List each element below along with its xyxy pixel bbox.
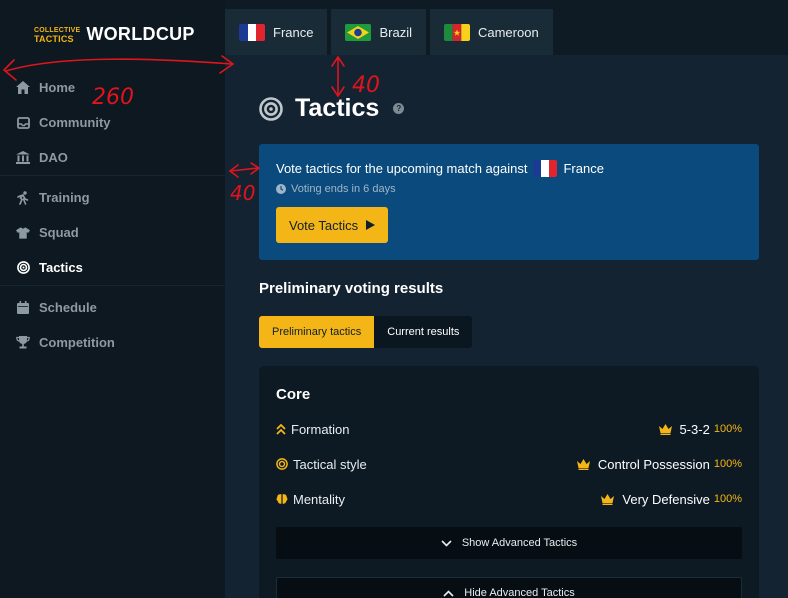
tab-label: Brazil [379, 24, 412, 40]
target-icon [259, 96, 283, 121]
hide-advanced-button[interactable]: Hide Advanced Tactics [276, 577, 742, 598]
vote-tactics-button[interactable]: Vote Tactics [276, 207, 389, 243]
sidebar-item-label: Community [39, 115, 111, 130]
results-title: Preliminary voting results [259, 280, 444, 297]
sidebar-nav: Home Community DAO Training Squad Tactic… [0, 70, 225, 360]
tab-label: Cameroon [477, 24, 539, 40]
mentality-percent: 100% [713, 493, 742, 505]
bank-icon [16, 151, 30, 165]
tab-france[interactable]: France [225, 9, 328, 55]
formation-row: Formation 5-3-2 100% [276, 419, 742, 439]
main-content: Tactics ? Vote tactics for the upcoming … [225, 55, 788, 598]
sidebar-item-label: Squad [39, 225, 79, 240]
sidebar-item-training[interactable]: Training [0, 180, 225, 215]
tactical-style-label: Tactical style [293, 456, 367, 472]
chevron-up-icon [443, 589, 454, 597]
target-icon [16, 261, 30, 275]
calendar-icon [16, 301, 30, 315]
target-icon [276, 458, 288, 470]
sidebar-item-competition[interactable]: Competition [0, 325, 225, 360]
crown-icon [576, 458, 590, 470]
inbox-icon [16, 116, 30, 130]
sidebar-item-dao[interactable]: DAO [0, 140, 225, 175]
vote-banner: Vote tactics for the upcoming match agai… [259, 144, 759, 260]
tab-label: France [273, 24, 314, 40]
tactical-style-percent: 100% [713, 458, 742, 470]
sidebar-item-community[interactable]: Community [0, 105, 225, 140]
chevron-down-icon [441, 539, 452, 547]
hide-advanced-label: Hide Advanced Tactics [464, 587, 575, 598]
results-toggle: Preliminary tactics Current results [259, 316, 473, 348]
sidebar-item-squad[interactable]: Squad [0, 215, 225, 250]
vote-deadline: Voting ends in 6 days [276, 183, 742, 195]
crown-icon [601, 493, 615, 505]
logo-worldcup: WORLDCUP [86, 24, 195, 44]
show-advanced-label: Show Advanced Tactics [461, 537, 578, 549]
formation-label: Formation [291, 421, 350, 437]
formation-value: 5-3-2 [679, 421, 710, 437]
nav-group-main: Home Community DAO [0, 70, 225, 176]
sidebar-item-label: Home [39, 80, 76, 95]
logo-tactics: TACTICS [34, 33, 74, 44]
tactical-style-row: Tactical style Control Possession 100% [276, 454, 742, 474]
sidebar: COLLECTIVE TACTICS WORLDCUP Home Communi… [0, 0, 225, 598]
sidebar-item-label: Tactics [39, 260, 83, 275]
core-card: Core Formation 5-3-2 100% Tactical style… [259, 366, 759, 598]
help-icon[interactable]: ? [393, 103, 405, 114]
mentality-value: Very Defensive [622, 491, 710, 507]
trophy-icon [16, 336, 30, 350]
vote-ends-text: Voting ends in 6 days [291, 183, 396, 195]
nav-group-team: Training Squad Tactics [0, 176, 225, 286]
team-tabs: France Brazil Cameroon [225, 9, 553, 55]
tab-preliminary-tactics[interactable]: Preliminary tactics [259, 316, 375, 348]
mentality-row: Mentality Very Defensive 100% [276, 489, 742, 509]
tab-cameroon[interactable]: Cameroon [429, 9, 553, 55]
sidebar-item-label: Schedule [39, 300, 97, 315]
sidebar-item-label: Training [39, 190, 90, 205]
sidebar-item-label: DAO [39, 150, 68, 165]
tactical-style-value: Control Possession [597, 456, 710, 472]
brain-icon [276, 494, 288, 504]
france-flag-icon [239, 23, 265, 41]
vote-opponent: France [563, 161, 604, 176]
sidebar-item-tactics[interactable]: Tactics [0, 250, 225, 285]
vote-message: Vote tactics for the upcoming match agai… [276, 160, 742, 177]
sidebar-item-home[interactable]: Home [0, 70, 225, 105]
nav-group-matches: Schedule Competition [0, 286, 225, 360]
cameroon-flag-icon [443, 23, 470, 41]
app-logo[interactable]: COLLECTIVE TACTICS WORLDCUP [34, 24, 195, 45]
formation-percent: 100% [713, 423, 742, 435]
home-icon [16, 81, 30, 95]
clock-icon [276, 184, 286, 194]
tab-current-results[interactable]: Current results [374, 316, 473, 348]
play-icon [366, 220, 376, 230]
brazil-flag-icon [345, 23, 372, 41]
vote-button-label: Vote Tactics [289, 217, 359, 233]
tab-brazil[interactable]: Brazil [331, 9, 426, 55]
sidebar-item-schedule[interactable]: Schedule [0, 290, 225, 325]
shirt-icon [16, 226, 30, 240]
core-title: Core [276, 386, 311, 403]
vote-text: Vote tactics for the upcoming match agai… [276, 161, 528, 176]
france-flag-icon [533, 160, 558, 177]
mentality-label: Mentality [293, 491, 346, 507]
runner-icon [16, 190, 30, 205]
page-title: Tactics [295, 94, 380, 122]
show-advanced-button[interactable]: Show Advanced Tactics [276, 527, 742, 559]
page-header: Tactics ? [259, 94, 405, 123]
sidebar-item-label: Competition [39, 335, 115, 350]
crown-icon [658, 423, 672, 435]
chevrons-up-icon [276, 423, 286, 435]
logo-small-text: COLLECTIVE TACTICS [34, 27, 80, 44]
